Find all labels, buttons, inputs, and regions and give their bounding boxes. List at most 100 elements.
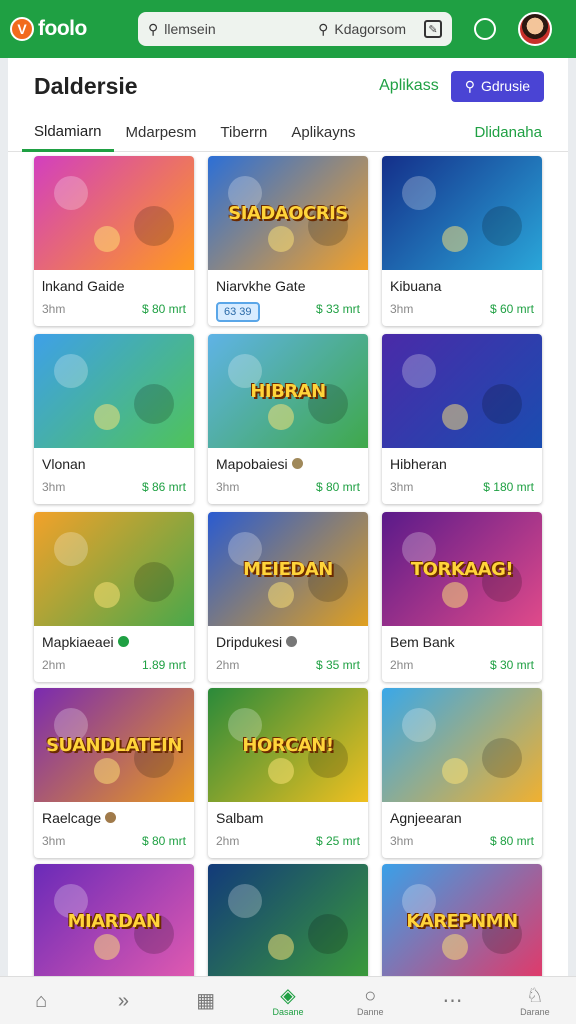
nav-item-5[interactable]: ⋯	[423, 990, 483, 1012]
nav-item-2[interactable]: ▦	[176, 990, 236, 1012]
nav-item-4[interactable]: ○ Danne	[340, 985, 400, 1017]
edit-icon[interactable]: ✎	[424, 20, 442, 38]
game-card[interactable]: Kibuana 3hm $ 60 mrt	[382, 156, 542, 326]
avatar[interactable]	[518, 12, 552, 46]
game-meta: 2hm $ 35 mrt	[208, 650, 368, 672]
game-name-text: Kibuana	[390, 277, 442, 294]
game-thumbnail[interactable]: MEIEDAN	[208, 512, 368, 626]
nav-item-0[interactable]: ⌂	[11, 990, 71, 1012]
game-thumbnail[interactable]	[382, 334, 542, 448]
tab-0[interactable]: Sldamiarn	[22, 114, 114, 152]
verified-badge-icon	[286, 636, 298, 647]
game-card[interactable]: Mapkiaeaei 2hm 1.89 mrt	[34, 512, 194, 682]
thumbnail-decoration	[54, 176, 88, 210]
thumbnail-decoration	[308, 914, 348, 954]
game-thumbnail[interactable]	[382, 688, 542, 802]
game-name: Dripdukesi	[208, 626, 368, 650]
nav-icon: ○	[364, 984, 377, 1007]
nav-item-6[interactable]: ♘ Darane	[505, 985, 565, 1017]
game-thumbnail[interactable]	[34, 512, 194, 626]
tab-4[interactable]: Dlidanaha	[462, 114, 554, 152]
nav-item-3[interactable]: ◈ Dasane	[258, 985, 318, 1017]
thumbnail-decoration	[268, 758, 294, 784]
game-card[interactable]: HORCAN! Salbam 2hm $ 25 mrt	[208, 688, 368, 858]
game-name-text: lnkand Gaide	[42, 277, 125, 294]
thumbnail-decoration	[442, 758, 468, 784]
game-meta: 3hm $ 180 mrt	[382, 472, 542, 494]
game-thumbnail[interactable]: HIBRAN	[208, 334, 368, 448]
game-card[interactable]: SIADAOCRIS Niarvkhe Gate 63 39 $ 33 mrt	[208, 156, 368, 326]
game-name-text: Bem Bank	[390, 633, 455, 650]
thumbnail-title: TORKAAG!	[410, 558, 514, 580]
game-price: $ 80 mrt	[489, 834, 534, 848]
game-card[interactable]: lnkand Gaide 3hm $ 80 mrt	[34, 156, 194, 326]
game-name-text: Dripdukesi	[216, 633, 283, 650]
game-card[interactable]: Hibheran 3hm $ 180 mrt	[382, 334, 542, 504]
nav-icon: ♘	[525, 984, 544, 1007]
header-link[interactable]: Aplikass	[379, 77, 439, 95]
game-meta: 3hm $ 86 mrt	[34, 472, 194, 494]
app-logo[interactable]: V foolo	[10, 17, 138, 41]
game-card[interactable]: TORKAAG! Bem Bank 2hm $ 30 mrt	[382, 512, 542, 682]
game-meta: 3hm $ 80 mrt	[208, 472, 368, 494]
game-name: Niarvkhe Gate	[208, 270, 368, 294]
nav-item-1[interactable]: »	[93, 990, 153, 1012]
game-thumbnail[interactable]: SUANDLATEIN	[34, 688, 194, 802]
game-name: Hibheran	[382, 448, 542, 472]
app-name: foolo	[38, 17, 87, 40]
game-name: Mapobaiesi	[208, 448, 368, 472]
nav-icon: ▦	[196, 989, 216, 1012]
search-left-text: llemsein	[164, 21, 216, 37]
game-name: Raelcage	[34, 802, 194, 826]
tab-2[interactable]: Tiberrn	[208, 114, 279, 152]
logo-badge-icon: V	[10, 17, 34, 41]
game-card[interactable]: MIARDAN	[34, 864, 194, 978]
header-action-button[interactable]: ⚲ Gdrusie	[450, 70, 544, 102]
game-thumbnail[interactable]	[382, 156, 542, 270]
page-title: Daldersie	[34, 72, 138, 99]
thumbnail-decoration	[268, 582, 294, 608]
game-meta: 63 39 $ 33 mrt	[208, 294, 368, 322]
game-thumbnail[interactable]	[34, 334, 194, 448]
game-duration: 2hm	[390, 658, 414, 672]
thumbnail-decoration	[402, 354, 436, 388]
game-name-text: Agnjeearan	[390, 809, 462, 826]
game-thumbnail[interactable]: KAREPNMN	[382, 864, 542, 978]
thumbnail-decoration	[268, 226, 294, 252]
game-card[interactable]: KAREPNMN	[382, 864, 542, 978]
game-card[interactable]: MEIEDAN Dripdukesi 2hm $ 35 mrt	[208, 512, 368, 682]
game-card[interactable]: SUANDLATEIN Raelcage 3hm $ 80 mrt	[34, 688, 194, 858]
thumbnail-decoration	[94, 226, 120, 252]
game-thumbnail[interactable]: SIADAOCRIS	[208, 156, 368, 270]
game-thumbnail[interactable]	[34, 156, 194, 270]
search-bar[interactable]: ⚲ llemsein ⚲ Kdagorsom ✎	[138, 12, 452, 46]
game-meta: 2hm $ 30 mrt	[382, 650, 542, 672]
game-name: Bem Bank	[382, 626, 542, 650]
game-card[interactable]: Agnjeearan 3hm $ 80 mrt	[382, 688, 542, 858]
game-card[interactable]	[208, 864, 368, 978]
game-card[interactable]: HIBRAN Mapobaiesi 3hm $ 80 mrt	[208, 334, 368, 504]
thumbnail-decoration	[402, 708, 436, 742]
game-price: $ 25 mrt	[315, 834, 360, 848]
game-card[interactable]: Vlonan 3hm $ 86 mrt	[34, 334, 194, 504]
chat-icon[interactable]	[474, 18, 496, 40]
thumbnail-decoration	[94, 758, 120, 784]
tab-3[interactable]: Aplikayns	[279, 114, 367, 152]
game-name: Vlonan	[34, 448, 194, 472]
thumbnail-decoration	[134, 384, 174, 424]
promo-tag[interactable]: 63 39	[216, 302, 260, 322]
thumbnail-decoration	[228, 884, 262, 918]
game-meta: 3hm $ 80 mrt	[382, 826, 542, 848]
thumbnail-decoration	[268, 934, 294, 960]
game-name-text: Mapobaiesi	[216, 455, 288, 472]
game-duration: 2hm	[42, 658, 66, 672]
tab-1[interactable]: Mdarpesm	[114, 114, 209, 152]
game-duration: 3hm	[42, 302, 66, 316]
game-price: $ 30 mrt	[489, 658, 534, 672]
game-thumbnail[interactable]: TORKAAG!	[382, 512, 542, 626]
thumbnail-title: SUANDLATEIN	[46, 734, 182, 756]
game-thumbnail[interactable]: HORCAN!	[208, 688, 368, 802]
game-thumbnail[interactable]	[208, 864, 368, 978]
thumbnail-decoration	[134, 206, 174, 246]
game-thumbnail[interactable]: MIARDAN	[34, 864, 194, 978]
